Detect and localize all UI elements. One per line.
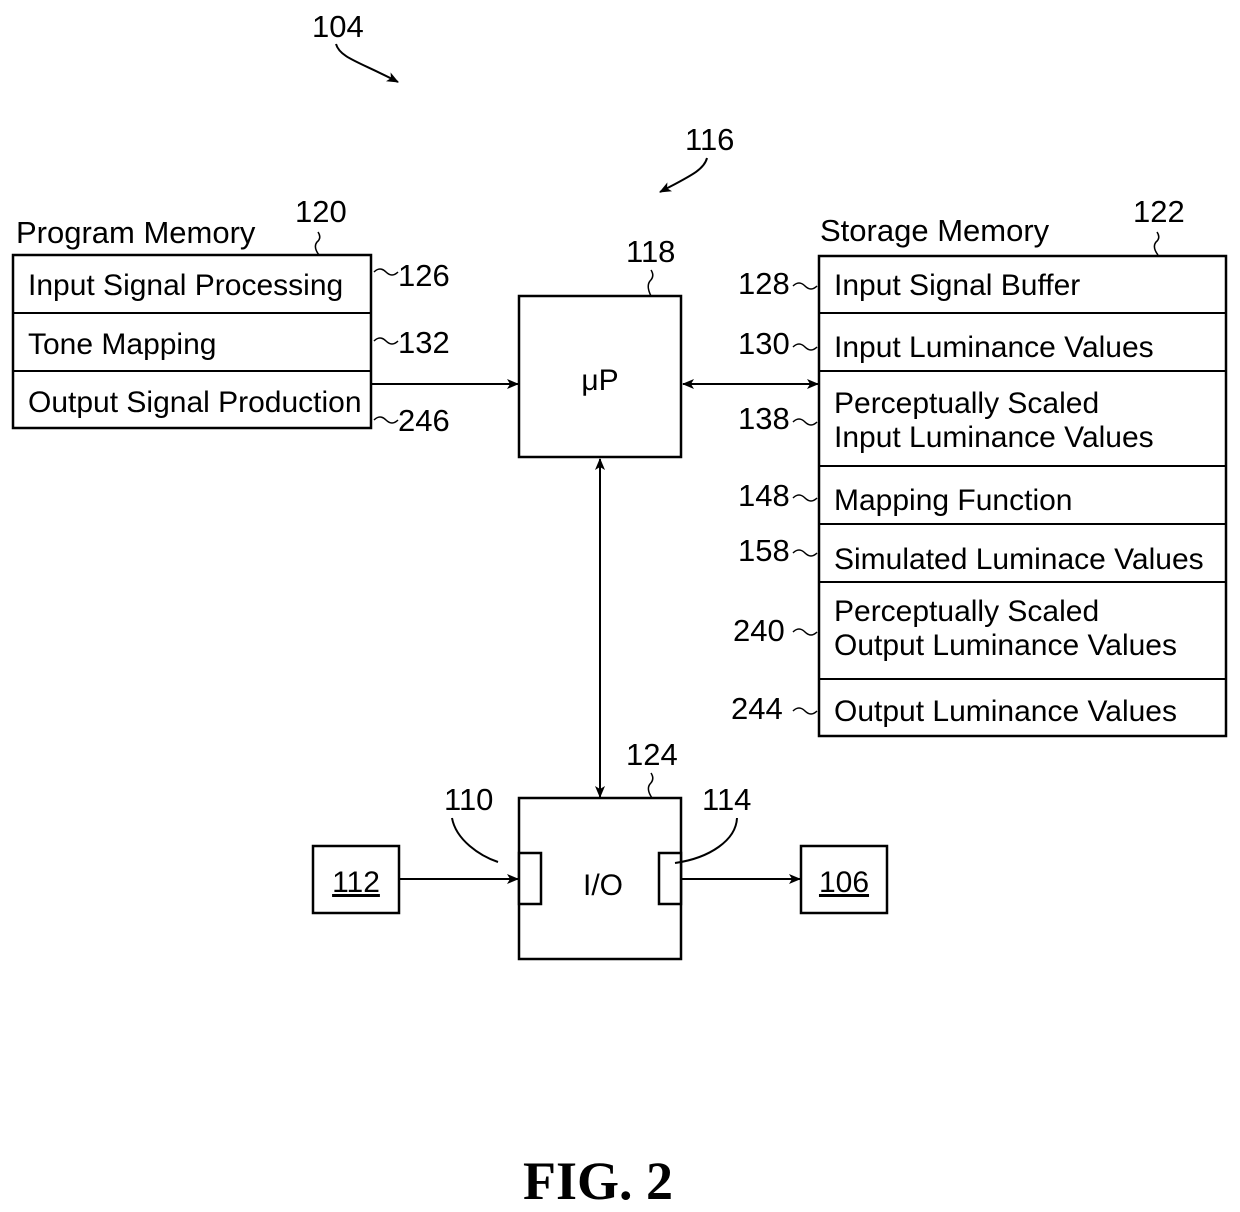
processor-group-ref-arrow (659, 157, 708, 193)
program-memory-item: Tone Mapping (28, 328, 216, 361)
item-ref: 244 (731, 691, 783, 726)
input-port-leader (451, 817, 499, 863)
io-ref: 124 (626, 737, 678, 772)
io-leader (647, 772, 654, 799)
storage-memory-item: Output Luminance Values (834, 695, 1177, 728)
storage-memory-title: Storage Memory (820, 213, 1050, 248)
tilde-leader (373, 337, 399, 345)
tilde-leader (373, 416, 399, 424)
program-memory-leader (314, 231, 321, 256)
storage-memory-ref: 122 (1133, 194, 1185, 229)
tilde-leader (792, 549, 818, 557)
tilde-leader (373, 268, 399, 276)
input-port (517, 851, 543, 906)
figure-caption: FIG. 2 (523, 1151, 673, 1211)
storage-memory-item: Simulated Luminace Values (834, 543, 1204, 576)
item-ref: 130 (738, 326, 790, 361)
item-ref: 158 (738, 533, 790, 568)
program-memory-item: Output Signal Production (28, 386, 362, 419)
program-memory-title: Program Memory (16, 215, 256, 250)
storage-memory-item: Perceptually Scaled (834, 595, 1099, 628)
input-device: 112 (311, 844, 401, 915)
output-device: 106 (799, 844, 889, 915)
block-diagram: 104 116 Program Memory 120 Input Signal … (11, 9, 1228, 1211)
program-memory: Program Memory 120 Input Signal Processi… (11, 194, 450, 438)
system-ref-arrow (335, 43, 399, 83)
processor-leader (647, 269, 654, 297)
output-port (657, 851, 683, 906)
processor-group-ref-label: 116 (685, 122, 734, 157)
item-ref: 246 (398, 403, 450, 438)
item-ref: 240 (733, 613, 785, 648)
tilde-leader (792, 628, 818, 636)
item-ref: 132 (398, 325, 450, 360)
item-ref: 138 (738, 401, 790, 436)
io-label: I/O (583, 869, 623, 902)
system-ref-label: 104 (312, 9, 364, 44)
storage-memory-item: Perceptually Scaled (834, 387, 1099, 420)
processor: 118 μP (517, 234, 683, 459)
output-port-leader (674, 817, 738, 864)
tilde-leader (792, 282, 818, 290)
storage-memory-item: Input Luminance Values (834, 331, 1154, 364)
storage-memory-leader (1153, 231, 1160, 256)
input-device-label: 112 (332, 866, 380, 899)
io-block: 124 I/O 110 114 (444, 737, 751, 961)
storage-memory-item: Output Luminance Values (834, 629, 1177, 662)
item-ref: 126 (398, 258, 450, 293)
processor-ref: 118 (626, 234, 675, 269)
processor-label: μP (581, 364, 618, 397)
item-ref: 148 (738, 478, 790, 513)
output-device-label: 106 (819, 866, 869, 899)
tilde-leader (792, 707, 818, 715)
tilde-leader (792, 418, 818, 426)
item-ref: 128 (738, 266, 790, 301)
storage-memory: Storage Memory 122 Input Signal Buffer I… (731, 194, 1228, 738)
tilde-leader (792, 343, 818, 351)
storage-memory-item: Input Signal Buffer (834, 269, 1080, 302)
output-port-ref: 114 (702, 782, 751, 817)
program-memory-ref: 120 (295, 194, 347, 229)
tilde-leader (792, 494, 818, 502)
input-port-ref: 110 (444, 782, 493, 817)
program-memory-item: Input Signal Processing (28, 269, 343, 302)
storage-memory-item: Input Luminance Values (834, 421, 1154, 454)
storage-memory-item: Mapping Function (834, 484, 1072, 517)
